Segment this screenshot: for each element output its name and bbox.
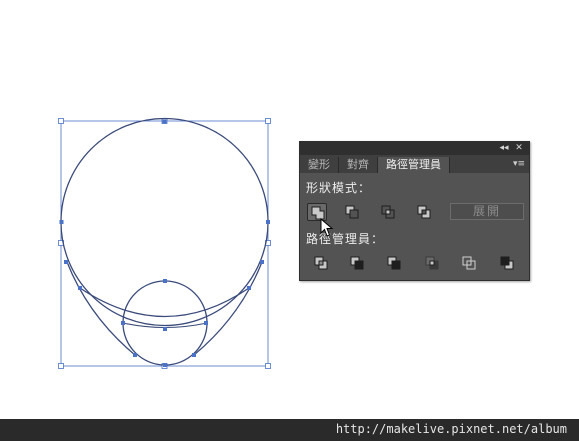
trim-button[interactable] <box>347 254 367 272</box>
large-circle-path[interactable] <box>60 117 269 327</box>
tab-align[interactable]: 對齊 <box>339 157 378 173</box>
minus-front-button[interactable] <box>342 203 362 221</box>
left-connector-path[interactable] <box>66 261 136 356</box>
handle-top-right[interactable] <box>265 118 271 124</box>
panel-titlebar[interactable]: ◂◂ ✕ <box>300 142 529 155</box>
watermark-url: http://makelive.pixnet.net/album <box>335 422 567 436</box>
crop-button[interactable] <box>422 254 442 272</box>
tab-transform[interactable]: 變形 <box>300 157 339 173</box>
inner-arc-path[interactable] <box>79 287 250 318</box>
intersect-button[interactable] <box>378 203 398 221</box>
minus-back-icon <box>500 256 514 270</box>
minus-front-icon <box>345 205 359 219</box>
crop-icon <box>425 256 439 270</box>
minus-back-button[interactable] <box>497 254 517 272</box>
shape-modes-label: 形狀模式： <box>306 181 372 195</box>
divide-button[interactable] <box>311 254 331 272</box>
mouse-pointer-icon <box>320 218 334 237</box>
handle-bottom-left[interactable] <box>58 363 64 369</box>
divide-icon <box>314 256 328 270</box>
expand-button[interactable]: 展開 <box>450 203 524 220</box>
handle-bottom-right[interactable] <box>265 363 271 369</box>
trim-icon <box>350 256 364 270</box>
footer-bar: http://makelive.pixnet.net/album <box>0 419 579 441</box>
panel-menu-icon[interactable]: ▾≡ <box>512 157 526 171</box>
exclude-button[interactable] <box>414 203 434 221</box>
outline-button[interactable] <box>459 254 479 272</box>
close-panel-icon[interactable]: ✕ <box>512 142 526 155</box>
anchor-points[interactable] <box>59 119 271 368</box>
intersect-icon <box>381 205 395 219</box>
merge-button[interactable] <box>384 254 404 272</box>
merge-icon <box>387 256 401 270</box>
exclude-icon <box>417 205 431 219</box>
collapse-panel-icon[interactable]: ◂◂ <box>497 142 511 155</box>
handle-top-left[interactable] <box>58 118 64 124</box>
pathfinder-panel: ◂◂ ✕ 變形 對齊 路徑管理員 ▾≡ 形狀模式： 展開 路徑管理員： <box>299 141 530 281</box>
panel-tabs: 變形 對齊 路徑管理員 ▾≡ <box>300 155 529 173</box>
tab-pathfinder[interactable]: 路徑管理員 <box>378 157 450 173</box>
small-circle-path[interactable] <box>122 280 208 366</box>
outline-icon <box>462 256 476 270</box>
pathfinders-label: 路徑管理員： <box>306 232 385 246</box>
